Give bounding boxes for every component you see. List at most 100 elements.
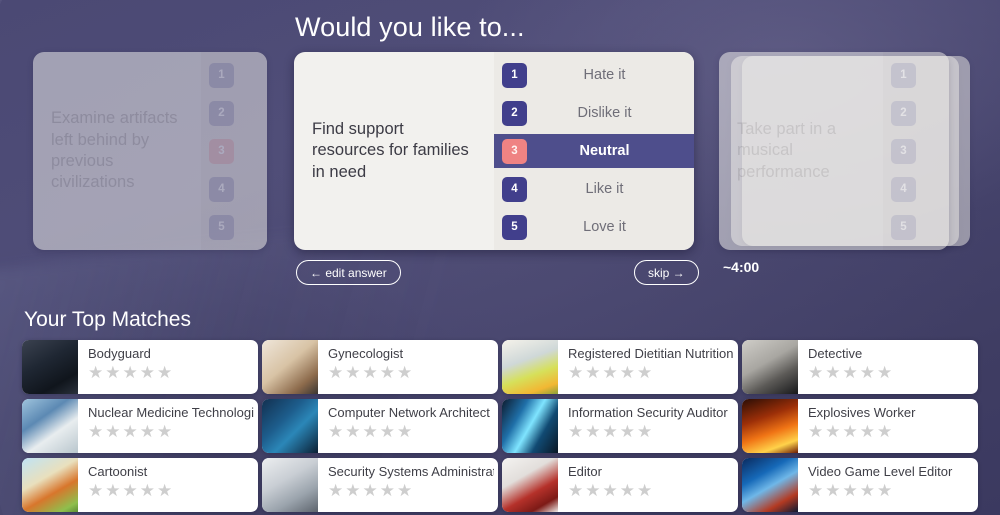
star-icon[interactable]: ★ <box>808 482 823 499</box>
star-icon[interactable]: ★ <box>88 482 103 499</box>
match-card[interactable]: Editor ★ ★ ★ ★ ★ <box>502 458 738 512</box>
previous-question-card[interactable]: Examine artifacts left behind by previou… <box>33 52 267 250</box>
match-rating[interactable]: ★ ★ ★ ★ ★ <box>328 482 494 499</box>
star-icon[interactable]: ★ <box>877 482 892 499</box>
match-card[interactable]: Registered Dietitian Nutritionist ★ ★ ★ ★ ★ <box>502 340 738 394</box>
star-icon[interactable]: ★ <box>843 364 858 381</box>
star-icon[interactable]: ★ <box>123 364 138 381</box>
star-icon[interactable]: ★ <box>397 482 412 499</box>
match-card[interactable]: Information Security Auditor ★ ★ ★ ★ ★ <box>502 399 738 453</box>
star-icon[interactable]: ★ <box>345 482 360 499</box>
match-rating[interactable]: ★ ★ ★ ★ ★ <box>88 364 254 381</box>
star-icon[interactable]: ★ <box>585 364 600 381</box>
star-icon[interactable]: ★ <box>877 364 892 381</box>
star-icon[interactable]: ★ <box>603 482 618 499</box>
match-rating[interactable]: ★ ★ ★ ★ ★ <box>328 364 494 381</box>
star-icon[interactable]: ★ <box>860 482 875 499</box>
star-icon[interactable]: ★ <box>637 364 652 381</box>
match-title: Cartoonist <box>88 464 148 479</box>
match-rating[interactable]: ★ ★ ★ ★ ★ <box>568 423 734 440</box>
star-icon[interactable]: ★ <box>585 482 600 499</box>
star-icon[interactable]: ★ <box>380 482 395 499</box>
star-icon[interactable]: ★ <box>620 482 635 499</box>
star-icon[interactable]: ★ <box>105 423 120 440</box>
star-icon[interactable]: ★ <box>363 482 378 499</box>
match-rating[interactable]: ★ ★ ★ ★ ★ <box>568 482 734 499</box>
star-icon[interactable]: ★ <box>328 423 343 440</box>
star-icon[interactable]: ★ <box>825 482 840 499</box>
match-card[interactable]: Cartoonist ★ ★ ★ ★ ★ <box>22 458 258 512</box>
star-icon[interactable]: ★ <box>363 364 378 381</box>
star-icon[interactable]: ★ <box>157 482 172 499</box>
star-icon[interactable]: ★ <box>568 482 583 499</box>
match-rating[interactable]: ★ ★ ★ ★ ★ <box>808 364 974 381</box>
star-icon[interactable]: ★ <box>380 423 395 440</box>
rating-option-neutral[interactable]: 3 Neutral <box>494 134 694 168</box>
star-icon[interactable]: ★ <box>397 364 412 381</box>
star-icon[interactable]: ★ <box>825 423 840 440</box>
star-icon[interactable]: ★ <box>88 423 103 440</box>
match-rating[interactable]: ★ ★ ★ ★ ★ <box>808 423 974 440</box>
match-card[interactable]: Explosives Worker ★ ★ ★ ★ ★ <box>742 399 978 453</box>
match-card-body: Detective ★ ★ ★ ★ ★ <box>798 340 978 394</box>
star-icon[interactable]: ★ <box>568 364 583 381</box>
next-rating-scale: 1 2 3 4 5 <box>883 52 949 250</box>
star-icon[interactable]: ★ <box>380 364 395 381</box>
rating-badge-5: 5 <box>502 214 527 240</box>
star-icon[interactable]: ★ <box>637 482 652 499</box>
star-icon[interactable]: ★ <box>397 423 412 440</box>
star-icon[interactable]: ★ <box>843 482 858 499</box>
match-rating[interactable]: ★ ★ ★ ★ ★ <box>808 482 974 499</box>
next-question-card[interactable]: Take part in a musical performance 1 2 3… <box>719 52 949 250</box>
star-icon[interactable]: ★ <box>88 364 103 381</box>
match-card[interactable]: Gynecologist ★ ★ ★ ★ ★ <box>262 340 498 394</box>
star-icon[interactable]: ★ <box>825 364 840 381</box>
star-icon[interactable]: ★ <box>123 482 138 499</box>
star-icon[interactable]: ★ <box>603 364 618 381</box>
star-icon[interactable]: ★ <box>345 364 360 381</box>
star-icon[interactable]: ★ <box>157 423 172 440</box>
match-card[interactable]: Video Game Level Editor ★ ★ ★ ★ ★ <box>742 458 978 512</box>
star-icon[interactable]: ★ <box>877 423 892 440</box>
skip-button[interactable]: skip → <box>634 260 699 285</box>
match-rating[interactable]: ★ ★ ★ ★ ★ <box>88 482 254 499</box>
match-card[interactable]: Security Systems Administrator ★ ★ ★ ★ ★ <box>262 458 498 512</box>
star-icon[interactable]: ★ <box>585 423 600 440</box>
star-icon[interactable]: ★ <box>123 423 138 440</box>
match-card[interactable]: Detective ★ ★ ★ ★ ★ <box>742 340 978 394</box>
match-card[interactable]: Computer Network Architect ★ ★ ★ ★ ★ <box>262 399 498 453</box>
star-icon[interactable]: ★ <box>603 423 618 440</box>
star-icon[interactable]: ★ <box>568 423 583 440</box>
match-rating[interactable]: ★ ★ ★ ★ ★ <box>88 423 254 440</box>
star-icon[interactable]: ★ <box>620 423 635 440</box>
rating-badge-1: 1 <box>209 62 234 88</box>
rating-option-dislike-it[interactable]: 2 Dislike it <box>494 96 694 130</box>
star-icon[interactable]: ★ <box>345 423 360 440</box>
star-icon[interactable]: ★ <box>860 423 875 440</box>
star-icon[interactable]: ★ <box>105 364 120 381</box>
star-icon[interactable]: ★ <box>637 423 652 440</box>
rating-option-like-it[interactable]: 4 Like it <box>494 172 694 206</box>
edit-answer-button[interactable]: ← edit answer <box>296 260 401 285</box>
match-card[interactable]: Nuclear Medicine Technologist ★ ★ ★ ★ ★ <box>22 399 258 453</box>
star-icon[interactable]: ★ <box>620 364 635 381</box>
rating-option-hate-it[interactable]: 1 Hate it <box>494 58 694 92</box>
star-icon[interactable]: ★ <box>105 482 120 499</box>
match-title: Bodyguard <box>88 346 151 361</box>
rating-badge-3: 3 <box>502 138 527 164</box>
match-card[interactable]: Bodyguard ★ ★ ★ ★ ★ <box>22 340 258 394</box>
star-icon[interactable]: ★ <box>860 364 875 381</box>
star-icon[interactable]: ★ <box>140 423 155 440</box>
star-icon[interactable]: ★ <box>328 482 343 499</box>
rating-option-love-it[interactable]: 5 Love it <box>494 210 694 244</box>
star-icon[interactable]: ★ <box>808 364 823 381</box>
star-icon[interactable]: ★ <box>328 364 343 381</box>
match-rating[interactable]: ★ ★ ★ ★ ★ <box>568 364 734 381</box>
star-icon[interactable]: ★ <box>843 423 858 440</box>
star-icon[interactable]: ★ <box>157 364 172 381</box>
star-icon[interactable]: ★ <box>140 364 155 381</box>
match-rating[interactable]: ★ ★ ★ ★ ★ <box>328 423 494 440</box>
star-icon[interactable]: ★ <box>808 423 823 440</box>
star-icon[interactable]: ★ <box>363 423 378 440</box>
star-icon[interactable]: ★ <box>140 482 155 499</box>
